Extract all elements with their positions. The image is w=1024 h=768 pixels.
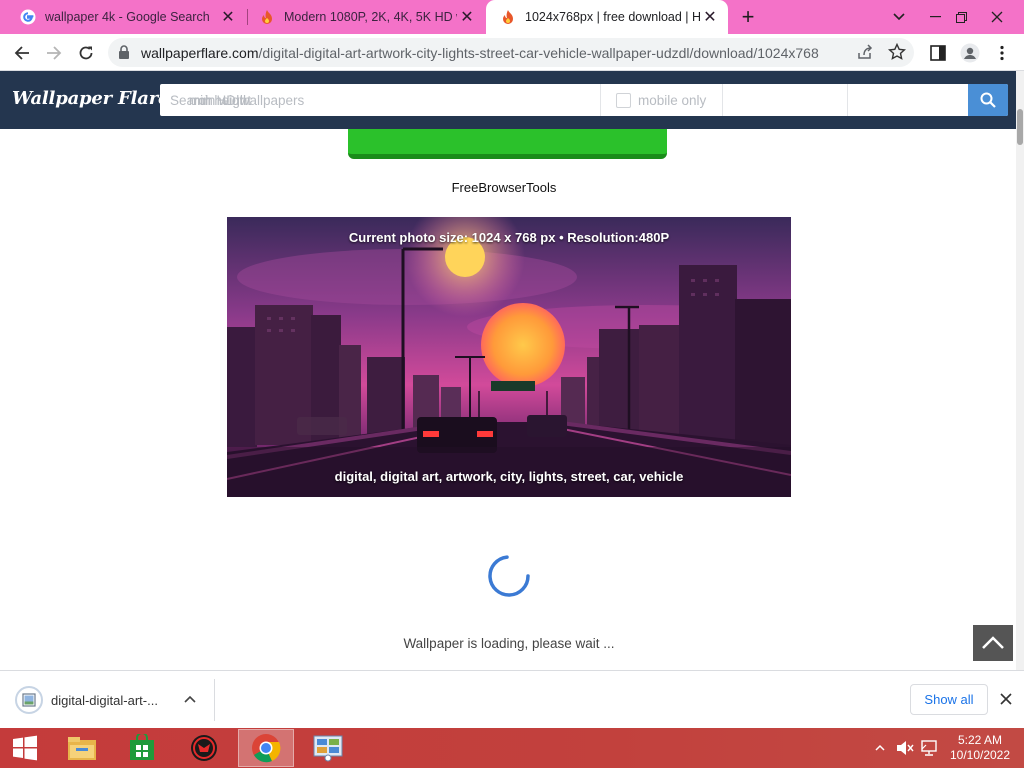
taskbar-store[interactable] — [114, 729, 170, 767]
start-icon — [13, 735, 37, 761]
back-arrow-icon — [14, 46, 29, 60]
side-panel-button[interactable] — [924, 39, 952, 67]
taskbar-file-explorer[interactable] — [54, 729, 110, 767]
scrollbar-thumb[interactable] — [1017, 109, 1023, 145]
profile-avatar-icon — [960, 43, 980, 63]
restore-button[interactable] — [944, 0, 978, 34]
chevron-up-icon — [982, 636, 1004, 649]
loading-text: Wallpaper is loading, please wait ... — [403, 636, 615, 651]
reload-button[interactable] — [72, 39, 100, 67]
chevron-up-icon[interactable] — [182, 691, 198, 707]
forward-button[interactable] — [40, 39, 68, 67]
network-icon — [921, 740, 937, 756]
new-tab-button[interactable]: + — [736, 4, 760, 29]
system-tray — [874, 728, 886, 768]
tab-search-chevron-icon[interactable] — [882, 0, 916, 34]
windows-taskbar: 5:22 AM 10/10/2022 — [0, 728, 1024, 768]
close-download-bar-button[interactable] — [996, 689, 1016, 709]
kebab-menu-icon — [1000, 45, 1004, 61]
network-button[interactable] — [920, 728, 938, 768]
mobile-only-checkbox[interactable]: mobile only — [616, 84, 706, 116]
taskbar-control-panel[interactable] — [300, 729, 356, 767]
continue-button[interactable]: Continue — [348, 129, 667, 159]
min-height-input[interactable] — [160, 84, 280, 116]
show-hidden-icons-chevron-icon[interactable] — [874, 743, 886, 753]
close-tab-icon[interactable]: ✕ — [218, 7, 238, 27]
start-button[interactable] — [0, 729, 50, 767]
taskbar-chrome[interactable] — [238, 729, 294, 767]
google-g-icon — [20, 9, 36, 25]
search-divider — [847, 84, 848, 116]
browser-toolbar: wallpaperflare.com/digital-digital-art-a… — [0, 34, 1024, 71]
volume-muted-button[interactable] — [896, 728, 914, 768]
download-bar: digital-digital-art-... Show all — [0, 670, 1024, 728]
tab-modern-wallpapers[interactable]: Modern 1080P, 2K, 4K, 5K HD wa ✕ — [239, 0, 485, 34]
checkbox-box[interactable] — [616, 92, 631, 108]
image-file-icon — [15, 686, 43, 714]
wallpaper-image — [227, 217, 791, 497]
close-tab-icon[interactable]: ✕ — [457, 7, 477, 27]
address-bar[interactable]: wallpaperflare.com/digital-digital-art-a… — [108, 38, 914, 67]
search-divider — [722, 84, 723, 116]
clock-time: 5:22 AM — [957, 733, 1003, 747]
site-logo[interactable]: Wallpaper Flare — [12, 88, 169, 109]
download-file-name: digital-digital-art-... — [51, 692, 158, 708]
close-window-button[interactable] — [980, 0, 1014, 34]
control-panel-icon — [313, 735, 343, 762]
scroll-to-top-button[interactable] — [973, 625, 1013, 661]
page-scrollbar[interactable] — [1016, 71, 1024, 670]
download-item[interactable]: digital-digital-art-... — [10, 679, 214, 721]
flame-icon — [259, 9, 275, 25]
wallpaper-preview[interactable]: Current photo size: 1024 x 768 px • Reso… — [227, 217, 791, 497]
file-explorer-icon — [68, 737, 96, 760]
menu-button[interactable] — [988, 39, 1016, 67]
clock-date: 10/10/2022 — [949, 748, 1011, 762]
lock-icon — [119, 45, 129, 59]
chrome-icon — [252, 734, 281, 763]
flame-icon — [500, 9, 516, 25]
taskbar-clock[interactable]: 5:22 AM 10/10/2022 — [944, 733, 1016, 763]
search-divider — [600, 84, 601, 116]
forward-arrow-icon — [47, 46, 62, 60]
search-icon — [980, 92, 996, 108]
search-button[interactable] — [968, 84, 1008, 116]
volume-muted-icon — [897, 741, 914, 755]
back-button[interactable] — [8, 39, 36, 67]
sponsor-text[interactable]: FreeBrowserTools — [0, 180, 1008, 195]
url-text[interactable]: wallpaperflare.com/digital-digital-art-a… — [141, 45, 841, 61]
tab-active-download[interactable]: 1024x768px | free download | HD ✕ — [486, 0, 728, 34]
site-header: Wallpaper Flare mobile only — [0, 71, 1016, 129]
show-all-button[interactable]: Show all — [910, 684, 988, 715]
download-separator — [214, 679, 215, 721]
close-tab-icon[interactable]: ✕ — [700, 7, 720, 27]
tab-google-search[interactable]: wallpaper 4k - Google Search ✕ — [0, 0, 246, 34]
reload-icon — [79, 46, 93, 60]
share-icon[interactable] — [856, 44, 874, 60]
mobile-only-label: mobile only — [638, 92, 707, 108]
profile-button[interactable] — [956, 39, 984, 67]
tab-strip: wallpaper 4k - Google Search ✕ Modern 10… — [0, 0, 1024, 34]
photo-size-caption: Current photo size: 1024 x 768 px • Reso… — [348, 230, 670, 245]
side-panel-icon — [930, 45, 946, 61]
bookmark-star-icon[interactable] — [888, 43, 906, 61]
photo-tags-caption: digital, digital art, artwork, city, lig… — [334, 469, 684, 484]
page-content: Continue FreeBrowserTools — [0, 129, 1016, 670]
taskbar-game-app[interactable] — [176, 729, 232, 767]
store-icon — [130, 734, 154, 760]
search-bar: mobile only — [160, 84, 1008, 116]
close-icon — [1000, 693, 1012, 705]
loading-spinner-icon — [488, 555, 530, 597]
game-app-icon — [191, 735, 217, 761]
